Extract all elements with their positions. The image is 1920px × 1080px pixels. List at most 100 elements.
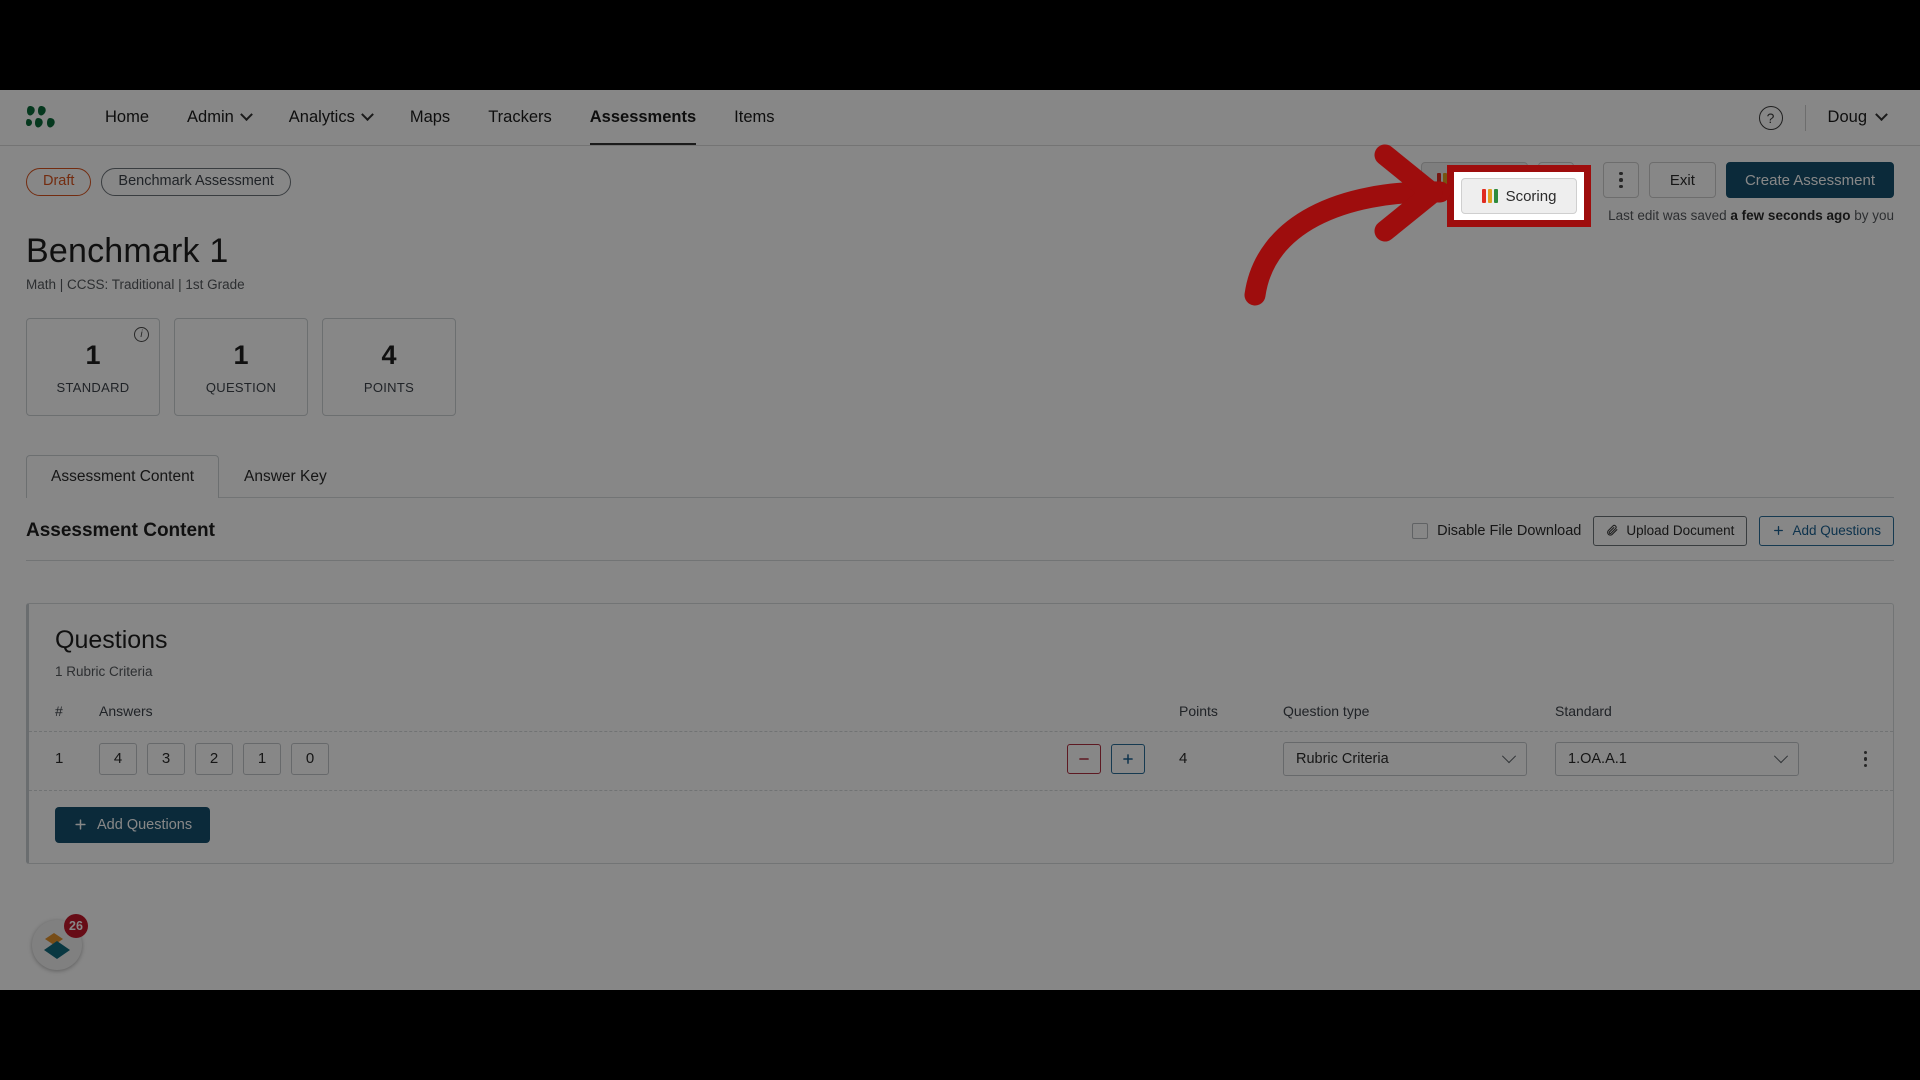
column-header-number: # — [55, 702, 63, 719]
tab-label: Answer Key — [244, 467, 327, 485]
upload-document-button[interactable]: Upload Document — [1593, 515, 1748, 546]
questions-subtitle: 1 Rubric Criteria — [55, 663, 153, 679]
create-assessment-label: Create Assessment — [1744, 171, 1875, 189]
questions-card-footer: Add Questions — [29, 791, 1893, 863]
remove-answer-button[interactable] — [1067, 743, 1101, 774]
column-header-points: Points — [1179, 702, 1218, 719]
nav-item-label: Trackers — [488, 108, 552, 126]
stat-cards: i 1 STANDARD 1 QUESTION 4 POINTS — [26, 317, 1894, 416]
row-answers-cell: 4 3 2 1 0 — [99, 742, 1179, 775]
section-divider — [26, 559, 1894, 561]
stat-card-question: 1 QUESTION — [174, 317, 308, 416]
add-answer-button[interactable] — [1111, 743, 1145, 774]
tab-label: Assessment Content — [51, 467, 195, 485]
column-header-answers: Answers — [99, 702, 153, 719]
questions-title: Questions — [55, 625, 168, 654]
status-badge-draft: Draft — [26, 168, 92, 196]
row-menu-kebab-icon[interactable] — [1863, 750, 1867, 768]
stat-label: STANDARD — [56, 380, 130, 396]
stat-label: POINTS — [363, 380, 415, 396]
page-subtitle: Math | CCSS: Traditional | 1st Grade — [26, 276, 245, 292]
answer-option[interactable]: 1 — [243, 742, 281, 775]
disable-file-download-label: Disable File Download — [1437, 522, 1582, 539]
answer-option[interactable]: 3 — [147, 742, 185, 775]
section-actions: Disable File Download Upload Document Ad… — [1412, 515, 1894, 546]
standard-select[interactable]: 1.OA.A.1 — [1555, 741, 1799, 776]
checkbox[interactable] — [1412, 522, 1429, 539]
add-questions-button-top[interactable]: Add Questions — [1759, 515, 1894, 546]
stat-label: QUESTION — [205, 380, 277, 396]
nav-item-analytics[interactable]: Analytics — [270, 90, 391, 145]
nav-item-items[interactable]: Items — [715, 90, 793, 145]
upload-document-label: Upload Document — [1626, 523, 1735, 539]
answer-stepper — [1067, 743, 1179, 774]
questions-card: Questions 1 Rubric Criteria # Answers Po… — [26, 602, 1894, 864]
content-tabs: Assessment Content Answer Key — [26, 454, 1894, 498]
question-type-select[interactable]: Rubric Criteria — [1283, 741, 1527, 776]
saved-note-time: a few seconds ago — [1730, 208, 1851, 223]
floating-help-widget[interactable]: 26 — [32, 914, 88, 970]
add-questions-button-bottom[interactable]: Add Questions — [55, 806, 211, 843]
leaf-cluster-logo[interactable] — [26, 105, 60, 131]
browser-viewport: Home Admin Analytics Maps Trackers Asses… — [0, 90, 1920, 990]
assessment-type-badge: Benchmark Assessment — [101, 168, 291, 196]
content-section-bar: Assessment Content Disable File Download… — [26, 498, 1894, 560]
page-body: Draft Benchmark Assessment Scoring — [0, 146, 1920, 864]
nav-item-home[interactable]: Home — [86, 90, 168, 145]
plus-icon — [1123, 754, 1133, 764]
nav-item-label: Analytics — [288, 108, 355, 126]
chevron-down-icon — [1501, 749, 1517, 764]
chevron-down-icon — [1875, 108, 1888, 122]
plus-icon — [75, 819, 86, 831]
nav-item-maps[interactable]: Maps — [391, 90, 469, 145]
row-actions-cell — [1827, 750, 1867, 768]
page-title: Benchmark 1 — [26, 231, 229, 270]
stat-card-points: 4 POINTS — [322, 317, 456, 416]
nav-item-label: Items — [734, 108, 775, 126]
answer-option[interactable]: 2 — [195, 742, 233, 775]
answer-option[interactable]: 0 — [291, 742, 329, 775]
nav-item-assessments[interactable]: Assessments — [571, 90, 715, 145]
nav-divider — [1804, 104, 1806, 131]
answer-option[interactable]: 4 — [99, 742, 137, 775]
stat-value: 1 — [233, 339, 249, 370]
disable-file-download-toggle[interactable]: Disable File Download — [1412, 522, 1582, 539]
nav-item-trackers[interactable]: Trackers — [469, 90, 571, 145]
scoring-button-label: Scoring — [1505, 187, 1557, 205]
exit-button-label: Exit — [1669, 171, 1695, 189]
saved-note-suffix: by you — [1850, 208, 1894, 223]
nav-item-admin[interactable]: Admin — [168, 90, 270, 145]
top-navigation-bar: Home Admin Analytics Maps Trackers Asses… — [0, 90, 1920, 146]
stat-card-standard: i 1 STANDARD — [26, 317, 160, 416]
table-row: 1 4 3 2 1 0 4 Rubric Criteria 1.OA.A.1 — [29, 730, 1893, 791]
info-circle-icon[interactable]: i — [134, 326, 149, 342]
stat-value: 1 — [85, 339, 101, 370]
kebab-menu-icon — [1619, 171, 1623, 189]
nav-right-cluster: ? Doug — [1758, 104, 1894, 131]
create-assessment-button[interactable]: Create Assessment — [1725, 162, 1894, 198]
user-menu[interactable]: Doug — [1828, 108, 1894, 127]
question-type-value: Rubric Criteria — [1296, 750, 1389, 767]
notification-badge: 26 — [64, 914, 88, 938]
answer-options: 4 3 2 1 0 — [99, 742, 329, 775]
section-title: Assessment Content — [26, 519, 215, 541]
plus-icon — [1774, 526, 1784, 536]
tab-assessment-content[interactable]: Assessment Content — [26, 454, 220, 498]
column-header-standard: Standard — [1555, 702, 1612, 719]
chevron-down-icon — [360, 108, 374, 122]
standard-value: 1.OA.A.1 — [1568, 750, 1627, 767]
row-number: 1 — [55, 750, 64, 768]
question-mark-circle-icon[interactable]: ? — [1758, 105, 1783, 130]
questions-table: # Answers Points Question type Standard … — [29, 695, 1893, 791]
exit-button[interactable]: Exit — [1648, 162, 1716, 198]
add-questions-label: Add Questions — [97, 816, 193, 833]
tab-answer-key[interactable]: Answer Key — [219, 455, 352, 498]
more-options-button[interactable] — [1602, 162, 1639, 198]
row-points: 4 — [1179, 750, 1188, 768]
saved-note-prefix: Last edit was saved — [1608, 208, 1731, 223]
scoring-button-highlighted[interactable]: Scoring — [1461, 178, 1577, 214]
row-question-type-cell: Rubric Criteria — [1283, 741, 1555, 776]
user-menu-label: Doug — [1827, 108, 1867, 126]
nav-item-label: Home — [105, 108, 150, 126]
row-standard-cell: 1.OA.A.1 — [1555, 741, 1827, 776]
